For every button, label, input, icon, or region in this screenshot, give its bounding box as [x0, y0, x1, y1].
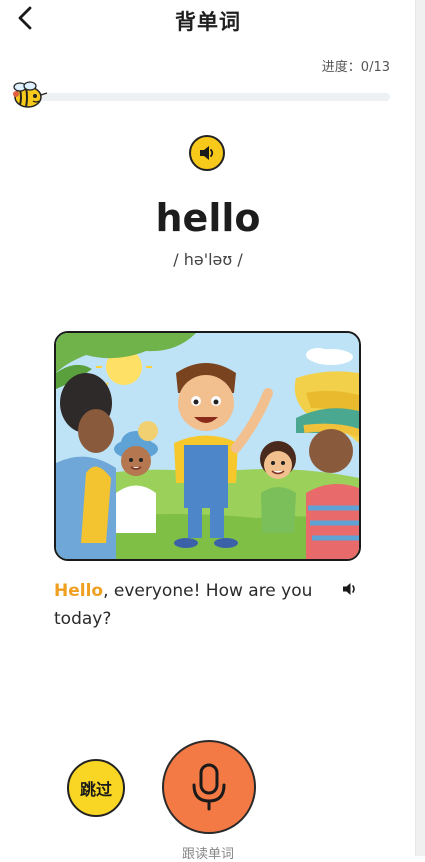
example-sentence: Hello, everyone! How are you today?: [54, 577, 326, 633]
microphone-icon: [192, 763, 226, 811]
bee-mascot-icon: [6, 80, 48, 110]
word-phonetic: / hə'ləʊ /: [173, 250, 243, 269]
word-illustration: [54, 331, 361, 561]
skip-button[interactable]: 跳过: [67, 759, 125, 817]
mic-label: 跟读单词: [181, 847, 234, 862]
sentence-audio-button[interactable]: [342, 581, 358, 597]
read-along-mic-button[interactable]: [162, 740, 256, 834]
progress-bar: [32, 93, 390, 101]
word-text: hello: [155, 196, 261, 240]
speaker-icon: [343, 583, 355, 595]
progress-label: 进度：0/13: [321, 60, 390, 75]
example-highlight-word: Hello: [54, 581, 104, 601]
page-title: 背单词: [175, 10, 241, 34]
speaker-icon: [200, 146, 214, 160]
word-audio-button[interactable]: [189, 135, 225, 171]
scrollbar[interactable]: [415, 0, 425, 856]
